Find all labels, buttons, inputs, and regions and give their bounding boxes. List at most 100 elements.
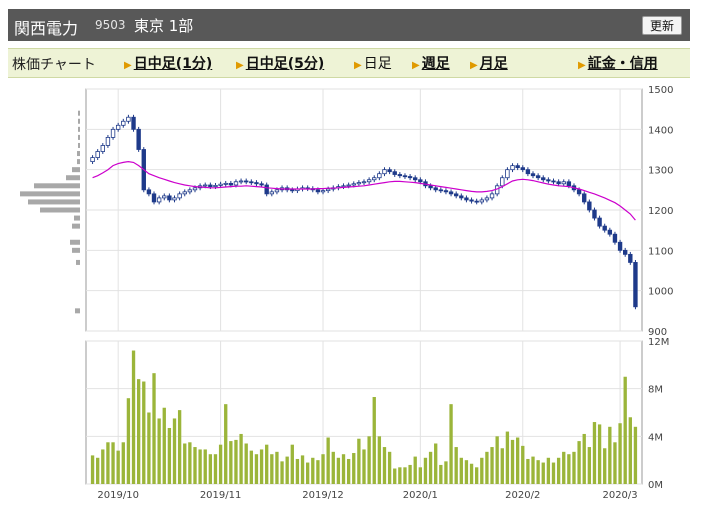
volume-bar [224,404,228,484]
volume-profile-bar [40,207,80,213]
candle-body [351,183,356,186]
candle-body [500,177,505,187]
volume-bar [428,451,433,484]
volume-bar [633,426,638,484]
volume-bar [177,410,182,484]
candle-body [402,175,408,178]
volume-profile-bar [78,110,80,116]
volume-bar [259,449,264,484]
candle-body [372,177,377,181]
volume-bar [597,424,602,484]
candle-body [192,187,198,191]
volume-bar [398,467,402,484]
candle-body [172,197,177,201]
candle-body [259,183,264,186]
volume-bar [331,451,335,484]
candle-body [510,165,515,171]
candle-body [407,176,413,179]
price-tick-label: 1000 [648,287,673,298]
volume-bar [96,457,100,484]
volume-profile-bar [76,259,80,265]
candle-body [525,169,531,175]
volume-bar [341,454,346,484]
candle-body [167,195,172,201]
candle-body [566,181,572,187]
volume-bar [193,447,197,484]
x-tick-label: 2020/2 [505,490,540,501]
candle-body [443,190,449,193]
candle-body [366,179,372,183]
candle-body [448,191,454,195]
candle-body [290,189,295,192]
volume-bar [480,457,484,484]
volume-bar [311,457,315,484]
candle-body [213,184,218,188]
candle-body [515,165,520,169]
volume-bar [218,444,223,484]
candle-body [623,249,628,255]
volume-bar [244,443,248,484]
candle-body [320,190,326,193]
candle-body [530,173,536,177]
volume-bar [475,467,479,484]
candle-body [377,173,382,179]
candle-body [576,189,582,195]
candle-body [356,182,362,185]
candle-body [274,189,280,193]
volume-bar [152,373,156,484]
volume-profile-bar [78,142,80,148]
candle-body [100,145,105,152]
volume-profile-bar [78,118,80,124]
candle-body [597,217,602,227]
candle-body [249,181,254,184]
candle-body [387,169,392,173]
volume-bar [336,457,341,484]
volume-bar [275,451,279,484]
volume-profile-bar [75,308,80,314]
volume-profile-bar [20,191,80,197]
volume-profile-bar [70,239,80,245]
volume-bar [377,436,382,484]
candle-body [162,195,167,199]
volume-bar [582,433,586,484]
x-tick-label: 2020/3 [602,490,637,501]
candle-body [341,185,346,188]
volume-bar [521,445,525,484]
x-tick-label: 2019/10 [97,490,139,501]
volume-bar [172,418,177,484]
volume-bar [515,437,520,484]
candle-body [469,199,474,202]
volume-bar [372,397,376,484]
volume-bar [285,456,289,484]
candle-body [228,182,234,186]
volume-bar [546,457,551,484]
volume-bar [326,437,330,484]
candle-body [397,174,403,177]
candle-body [474,200,479,203]
volume-bar [403,467,407,484]
volume-bar [183,443,187,484]
candle-body [633,262,638,308]
volume-bar [147,412,151,484]
candle-body [90,157,95,162]
candle-body [269,191,275,195]
volume-bar [464,460,469,484]
volume-profile-bar [77,151,80,157]
volume-bar [603,448,607,484]
x-tick-label: 2020/1 [403,490,438,501]
volume-bar [551,462,556,484]
volume-bar [101,449,105,484]
candle-body [505,169,510,179]
volume-bar [613,442,617,484]
volume-bar [382,447,387,484]
candle-body [484,197,490,201]
volume-bar [136,379,141,484]
candle-body [325,188,331,192]
volume-bar [346,458,351,484]
volume-bar [121,442,125,484]
volume-bar [213,454,218,484]
volume-bar [418,467,423,484]
volume-bar [485,451,489,484]
volume-bar [229,441,233,484]
candle-body [413,177,418,181]
